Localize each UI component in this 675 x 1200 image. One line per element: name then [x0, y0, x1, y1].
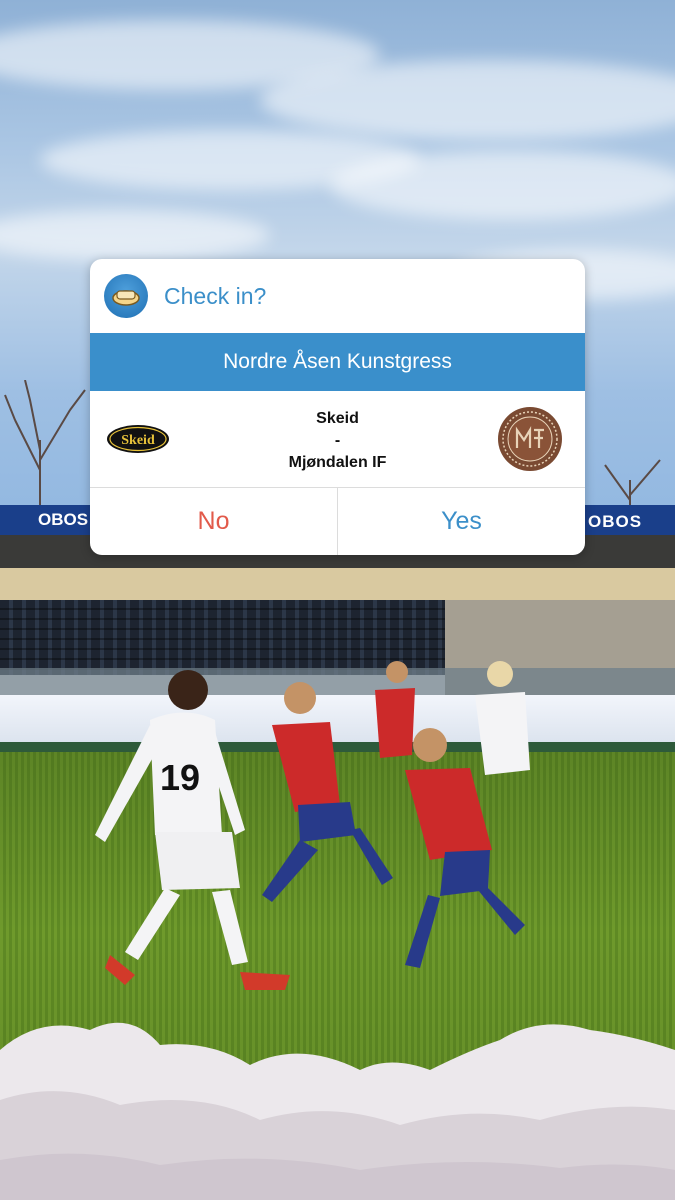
- player-white-19: 19: [95, 670, 290, 990]
- yes-button[interactable]: Yes: [338, 488, 585, 555]
- away-team: Mjøndalen IF: [288, 454, 387, 471]
- home-team: Skeid: [316, 410, 359, 427]
- venue-name: Nordre Åsen Kunstgress: [90, 333, 585, 391]
- svg-text:19: 19: [160, 757, 200, 798]
- dialog-title: Check in?: [164, 283, 267, 309]
- check-in-dialog: Check in? Nordre Åsen Kunstgress Skeid S…: [90, 259, 585, 555]
- player-white: [475, 661, 530, 775]
- match-teams: Skeid - Mjøndalen IF: [210, 408, 465, 474]
- skeid-logo: Skeid: [107, 425, 169, 453]
- no-button[interactable]: No: [90, 488, 338, 555]
- skeid-logo-text: Skeid: [121, 433, 155, 448]
- match-info: Skeid Skeid - Mjøndalen IF: [90, 391, 585, 488]
- team-separator: -: [334, 432, 341, 449]
- player-red: [262, 682, 393, 902]
- background-photo: OBOS OBOS 19: [0, 0, 675, 1200]
- dialog-header: Check in?: [90, 259, 585, 333]
- checkin-app-icon: [104, 274, 148, 318]
- mjondalen-logo: [498, 407, 562, 471]
- snow-pile: [0, 1022, 675, 1200]
- player-red: [375, 661, 415, 758]
- stadium-icon: [112, 290, 140, 306]
